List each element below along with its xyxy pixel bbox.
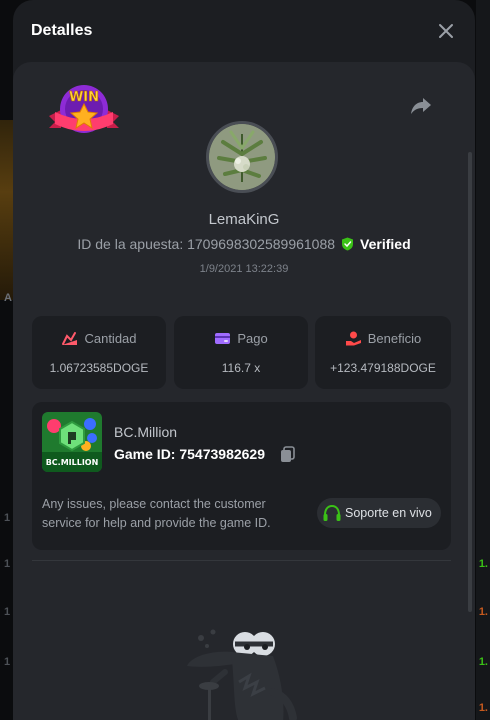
stat-amount-header: Cantidad — [32, 331, 166, 346]
share-button[interactable] — [409, 94, 433, 118]
close-icon — [439, 24, 453, 38]
bc-million-logo-icon: BC.MILLION — [42, 412, 102, 472]
background-right-row: 1. — [478, 558, 488, 570]
stat-profit: Beneficio +123.479188DOGE — [315, 316, 451, 389]
background-left-column: 1 1 1 1 — [0, 500, 14, 720]
bet-id-line: ID de la apuesta: 1709698302589961088 Ve… — [13, 236, 475, 252]
stat-amount: Cantidad 1.06723585DOGE — [32, 316, 166, 389]
win-badge-text: WIN — [69, 90, 99, 105]
stat-profit-value: +123.479188DOGE — [330, 361, 436, 375]
issues-text: Any issues, please contact the customer … — [42, 497, 271, 530]
background-left-letter: A — [4, 292, 12, 304]
modal-title: Detalles — [31, 22, 93, 39]
copy-button[interactable] — [280, 446, 295, 463]
game-name: BC.Million — [114, 424, 178, 440]
stat-amount-value: 1.06723585DOGE — [49, 361, 149, 375]
verified-label: Verified — [360, 236, 411, 252]
game-logo-text: BC.MILLION — [46, 458, 99, 467]
avatar-image — [209, 124, 275, 190]
stat-payout-label: Pago — [237, 331, 268, 346]
background-left-row: 1 — [4, 606, 11, 618]
background-right-column: 1. 1. 1. 1. — [476, 500, 490, 720]
crocodile-mascot-icon — [187, 629, 297, 720]
live-support-label: Soporte en vivo — [345, 506, 432, 520]
game-card: BC.MILLION BC.Million Game ID: 754739826… — [32, 402, 451, 550]
bet-timestamp: 1/9/2021 13:22:39 — [199, 263, 289, 275]
stat-payout: Pago 116.7 x — [174, 316, 308, 389]
win-badge-icon: WIN — [49, 85, 119, 133]
headset-icon — [323, 504, 341, 521]
divider — [32, 560, 451, 561]
profit-hand-icon — [345, 331, 361, 346]
username: LemaKinG — [208, 211, 280, 228]
modal-header: Detalles — [13, 0, 475, 62]
copy-icon — [281, 446, 295, 462]
background-right-row: 1. — [478, 656, 488, 668]
game-id: Game ID: 75473982629 — [114, 446, 265, 462]
background-right-row: 1. — [478, 606, 488, 618]
share-icon — [411, 98, 431, 114]
avatar — [206, 121, 278, 193]
background-right-row: 1. — [478, 702, 488, 714]
background-left-row: 1 — [4, 656, 11, 668]
wallet-icon — [215, 333, 231, 344]
shield-check-icon — [342, 237, 354, 251]
live-support-button[interactable]: Soporte en vivo — [317, 498, 441, 528]
coins-icon — [62, 332, 78, 345]
background-page-left — [0, 120, 14, 300]
background-left-row: 1 — [4, 558, 11, 570]
stat-payout-header: Pago — [174, 331, 308, 346]
stat-payout-value: 116.7 x — [221, 361, 261, 375]
stat-profit-header: Beneficio — [315, 331, 451, 346]
bet-details-modal: Detalles WIN LemaKinG ID de la apuesta: … — [13, 0, 475, 720]
background-left-row: 1 — [4, 512, 11, 524]
stat-profit-label: Beneficio — [367, 331, 422, 346]
stat-amount-label: Cantidad — [84, 331, 137, 346]
modal-content: WIN LemaKinG ID de la apuesta: 170969830… — [13, 62, 475, 720]
game-logo: BC.MILLION — [42, 412, 102, 472]
bet-id: ID de la apuesta: 1709698302589961088 — [77, 236, 336, 252]
close-button[interactable] — [435, 20, 457, 42]
